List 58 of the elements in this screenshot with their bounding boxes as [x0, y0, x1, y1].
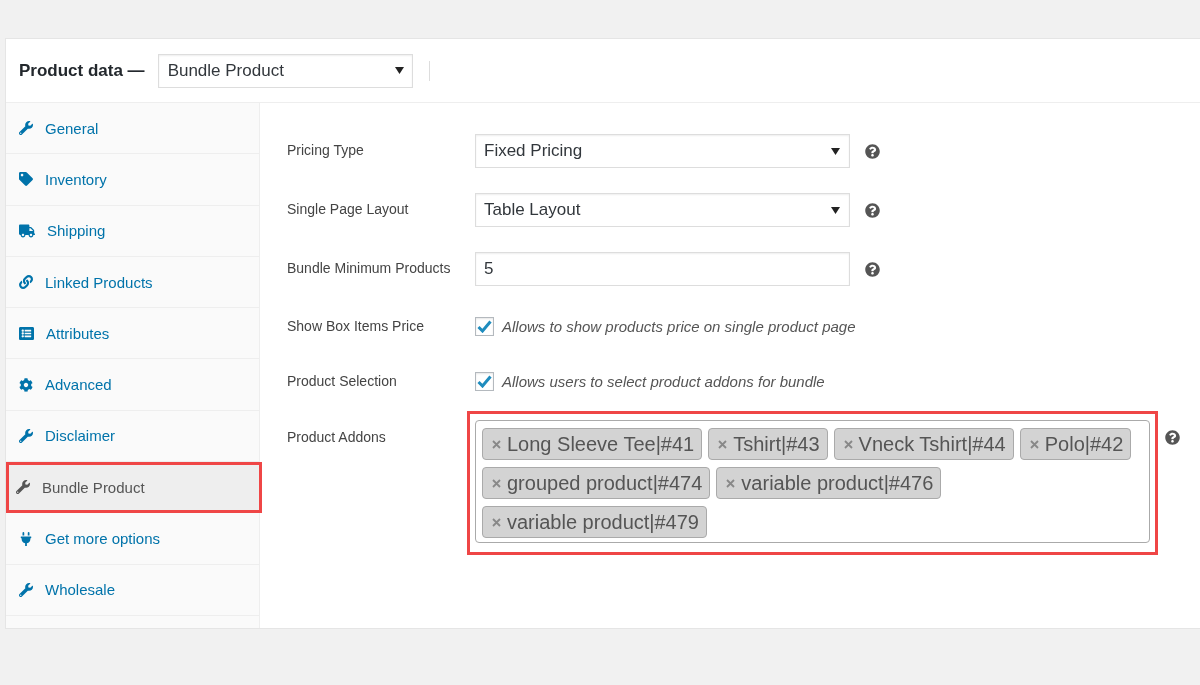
wrench-icon [19, 121, 33, 136]
wrench-icon [16, 480, 30, 495]
tag-label: Polo|#42 [1044, 432, 1124, 456]
remove-icon[interactable] [492, 478, 501, 488]
field-label: Single Page Layout [287, 200, 409, 219]
help-icon[interactable] [865, 202, 880, 218]
tag-label: Tshirt|#43 [733, 432, 820, 456]
dropdown[interactable]: Fixed Pricing [475, 134, 850, 168]
checkbox-description: Allows users to select product addons for bundle [502, 372, 825, 390]
sidebar-tab[interactable]: General [6, 103, 259, 155]
panel-title: Product data — [19, 60, 145, 81]
remove-icon[interactable] [718, 439, 728, 449]
truck-icon [19, 222, 35, 239]
checkbox[interactable] [475, 316, 494, 336]
wrench-icon [19, 428, 33, 443]
sidebar-tab[interactable]: Wholesale [6, 564, 259, 616]
wrench-icon [19, 582, 33, 597]
tag-label: variable product|#479 [507, 510, 699, 534]
field-label: Pricing Type [287, 141, 364, 160]
dropdown[interactable]: Table Layout [475, 193, 850, 227]
remove-icon[interactable] [726, 478, 736, 488]
remove-icon[interactable] [492, 439, 501, 449]
link-icon [19, 275, 33, 290]
tag-input-field[interactable]: Long Sleeve Tee|#41 Tshirt|#43 Vneck Tshirt|#44 Polo|#42 grouped product|#474 variable product|#476 variable product|#479 [475, 420, 1150, 543]
remove-icon[interactable] [843, 439, 853, 449]
check-icon [477, 319, 492, 333]
field-label: Bundle Minimum Products [287, 259, 451, 278]
sidebar-tab[interactable]: Bundle Product [6, 462, 262, 514]
caret-icon [831, 206, 840, 214]
product-type-dropdown[interactable]: Bundle Product [157, 53, 413, 88]
tag-label: grouped product|#474 [507, 471, 703, 495]
help-icon[interactable] [1165, 430, 1180, 445]
sidebar-tab[interactable]: Linked Products [6, 256, 259, 309]
help-icon[interactable] [865, 143, 880, 159]
gear-icon [19, 377, 33, 392]
remove-icon[interactable] [492, 517, 501, 527]
remove-icon[interactable] [1029, 439, 1039, 449]
sidebar-tab[interactable]: Get more options [6, 513, 259, 565]
sidebar-tab[interactable]: Inventory [6, 154, 259, 206]
tag-label: variable product|#476 [741, 471, 934, 495]
input-field[interactable]: 5 [475, 252, 850, 286]
tag-icon [19, 172, 33, 187]
caret-icon [394, 67, 404, 74]
tag-label: Vneck Tshirt|#44 [858, 432, 1006, 456]
help-icon[interactable] [865, 261, 880, 277]
checkbox-description: Allows to show products price on single product page [502, 317, 856, 335]
field-label: Product Selection [287, 372, 397, 391]
sidebar-tab[interactable]: Attributes [6, 308, 259, 360]
caret-icon [831, 147, 840, 155]
list-icon [19, 325, 34, 341]
sidebar-tab[interactable]: Advanced [6, 359, 259, 411]
tag-label: Long Sleeve Tee|#41 [507, 432, 695, 456]
field-label: Product Addons [287, 428, 386, 447]
sidebar-tab[interactable]: Shipping [6, 205, 259, 257]
plug-icon [19, 531, 33, 546]
field-label: Show Box Items Price [287, 317, 424, 336]
checkbox[interactable] [475, 371, 494, 391]
check-icon [477, 374, 492, 388]
